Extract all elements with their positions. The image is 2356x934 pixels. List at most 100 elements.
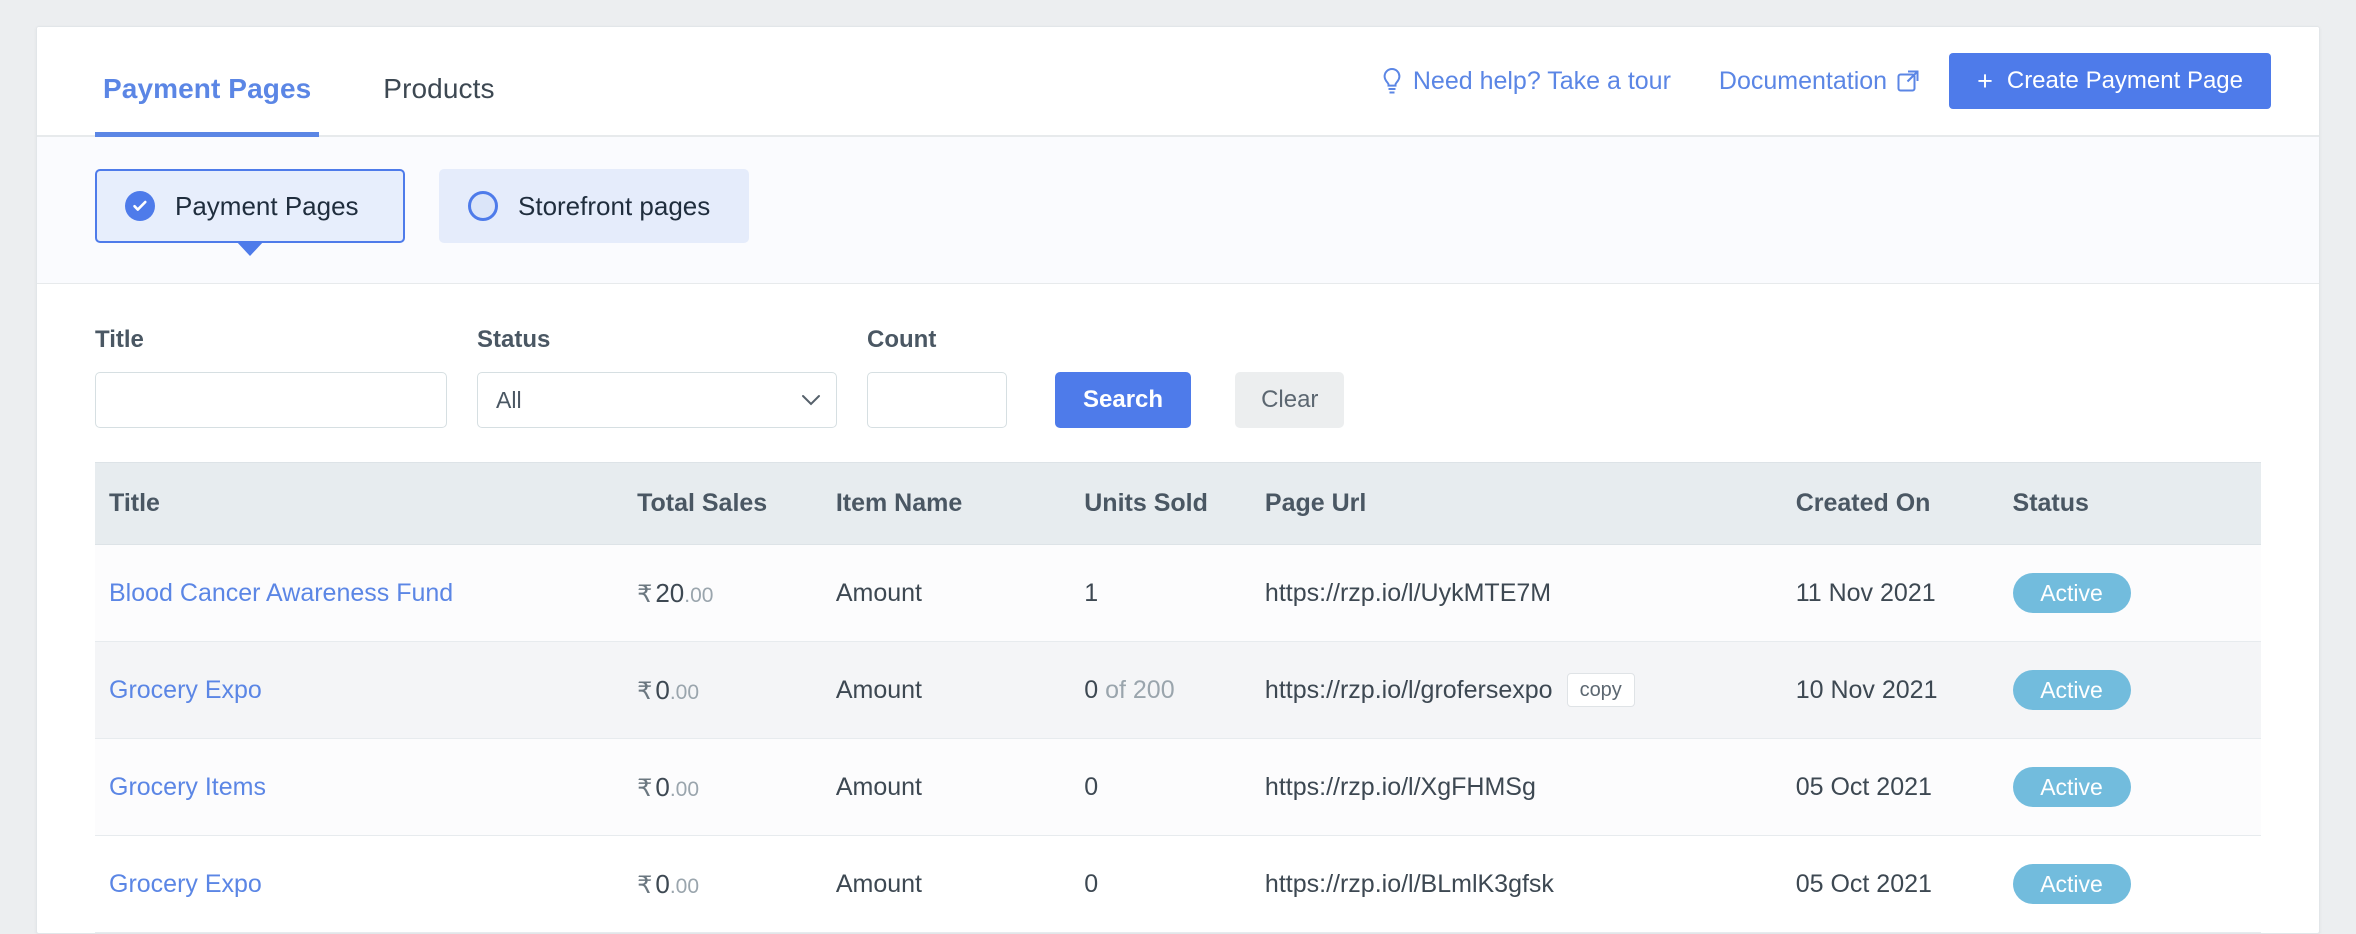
choice-storefront-pages-label: Storefront pages: [518, 190, 711, 221]
tab-payment-pages-label: Payment Pages: [103, 73, 312, 104]
page-type-selector: Payment Pages Storefront pages: [37, 137, 2319, 284]
table-row[interactable]: Grocery Expo ₹0.00 Amount 0 https://rzp.…: [95, 835, 2261, 933]
cell-item-name: Amount: [835, 641, 1085, 739]
count-input[interactable]: [867, 372, 1007, 428]
external-link-icon: [1897, 70, 1919, 92]
cell-page-url: https://rzp.io/l/UykMTE7M: [1264, 544, 1796, 642]
cell-units-sold: 1: [1084, 544, 1265, 642]
cell-page-url: https://rzp.io/l/grofersexpo copy: [1264, 641, 1796, 739]
column-created-on: Created On: [1795, 462, 2013, 545]
rupee-icon: ₹: [637, 871, 653, 899]
status-badge: Active: [2012, 864, 2131, 904]
cell-created-on: 10 Nov 2021: [1795, 641, 2013, 739]
filter-title-label: Title: [95, 326, 144, 353]
filter-count-label: Count: [867, 326, 937, 353]
amount-minor: .00: [669, 777, 700, 801]
cell-units-sold: 0: [1084, 738, 1265, 836]
rupee-icon: ₹: [637, 774, 653, 802]
choice-payment-pages-label: Payment Pages: [175, 190, 359, 221]
cell-title: Grocery Expo: [95, 835, 638, 933]
column-item-name: Item Name: [835, 462, 1085, 545]
rupee-icon: ₹: [637, 580, 653, 608]
cell-item-name: Amount: [835, 738, 1085, 836]
copy-url-button[interactable]: copy: [1566, 673, 1635, 707]
create-payment-page-button[interactable]: + Create Payment Page: [1949, 53, 2271, 109]
page-url-text: https://rzp.io/l/BLmlK3gfsk: [1264, 869, 1554, 898]
create-payment-page-label: Create Payment Page: [2006, 67, 2243, 94]
title-input[interactable]: [95, 372, 447, 428]
column-units-sold: Units Sold: [1084, 462, 1265, 545]
top-bar-actions: Need help? Take a tour Documentation + C…: [1381, 27, 2271, 135]
cell-title: Grocery Expo: [95, 641, 638, 739]
column-title: Title: [95, 462, 638, 545]
table-row[interactable]: Blood Cancer Awareness Fund ₹20.00 Amoun…: [95, 544, 2261, 642]
table-row[interactable]: Grocery Expo ₹0.00 Amount 0 of 200 https…: [95, 641, 2261, 739]
amount-major: 0: [655, 674, 670, 705]
units-suffix: of 200: [1098, 675, 1175, 704]
clear-button[interactable]: Clear: [1235, 372, 1345, 428]
amount-minor: .00: [684, 583, 714, 607]
status-select[interactable]: All: [477, 372, 837, 428]
cell-status: Active: [2012, 641, 2261, 739]
filter-count: Count: [867, 326, 1007, 428]
cell-total-sales: ₹20.00: [637, 544, 836, 642]
cell-item-name: Amount: [835, 835, 1085, 933]
need-help-link[interactable]: Need help? Take a tour: [1381, 67, 1671, 96]
units-value: 0: [1084, 772, 1099, 801]
cell-page-url: https://rzp.io/l/XgFHMSg: [1264, 738, 1796, 836]
payment-pages-table-wrap: Title Total Sales Item Name Units Sold P…: [37, 462, 2319, 933]
cell-created-on: 05 Oct 2021: [1795, 738, 2013, 836]
cell-created-on: 05 Oct 2021: [1795, 835, 2013, 933]
page-url-text: https://rzp.io/l/grofersexpo: [1264, 675, 1553, 704]
check-circle-icon: [125, 191, 155, 221]
amount-major: 20: [655, 577, 685, 608]
status-badge: Active: [2012, 767, 2131, 807]
top-bar: Payment Pages Products Need help? Take a…: [37, 27, 2319, 137]
table-header-row: Title Total Sales Item Name Units Sold P…: [95, 462, 2261, 545]
cell-total-sales: ₹0.00: [637, 738, 836, 836]
column-status: Status: [2012, 462, 2261, 545]
cell-units-sold: 0: [1084, 835, 1265, 933]
cell-item-name: Amount: [835, 544, 1085, 642]
filter-status-label: Status: [477, 326, 551, 353]
tab-products[interactable]: Products: [375, 27, 502, 135]
column-total-sales: Total Sales: [637, 462, 836, 545]
amount-major: 0: [655, 868, 670, 899]
column-page-url: Page Url: [1264, 462, 1796, 545]
page-title-link[interactable]: Grocery Items: [109, 773, 266, 801]
cell-status: Active: [2012, 544, 2261, 642]
cell-page-url: https://rzp.io/l/BLmlK3gfsk: [1264, 835, 1796, 933]
table-row[interactable]: Grocery Items ₹0.00 Amount 0 https://rzp…: [95, 738, 2261, 836]
page-title-link[interactable]: Grocery Expo: [109, 676, 262, 704]
choice-payment-pages[interactable]: Payment Pages: [95, 169, 405, 256]
units-value: 0: [1084, 675, 1099, 704]
search-button[interactable]: Search: [1055, 372, 1192, 428]
status-badge: Active: [2012, 670, 2131, 710]
radio-unchecked-icon: [468, 191, 498, 221]
table-header: Title Total Sales Item Name Units Sold P…: [95, 462, 2261, 545]
amount-major: 0: [655, 771, 670, 802]
need-help-label: Need help? Take a tour: [1412, 66, 1671, 95]
cell-units-sold: 0 of 200: [1084, 641, 1265, 739]
cell-title: Blood Cancer Awareness Fund: [95, 544, 638, 642]
cell-status: Active: [2012, 738, 2261, 836]
lightbulb-icon: [1381, 67, 1403, 95]
plus-icon: +: [1977, 65, 1993, 96]
cell-title: Grocery Items: [95, 738, 638, 836]
page-url-text: https://rzp.io/l/XgFHMSg: [1264, 772, 1536, 801]
payment-pages-card: Payment Pages Products Need help? Take a…: [36, 26, 2320, 934]
tab-payment-pages[interactable]: Payment Pages: [95, 27, 320, 137]
tab-list: Payment Pages Products: [95, 27, 503, 137]
documentation-link[interactable]: Documentation: [1719, 67, 1919, 96]
choice-storefront-pages[interactable]: Storefront pages: [439, 169, 749, 243]
cell-created-on: 11 Nov 2021: [1795, 544, 2013, 642]
page-url-text: https://rzp.io/l/UykMTE7M: [1264, 578, 1552, 607]
page-title-link[interactable]: Blood Cancer Awareness Fund: [109, 579, 453, 607]
status-select-wrap: All: [477, 372, 837, 428]
cell-status: Active: [2012, 835, 2261, 933]
tab-products-label: Products: [383, 73, 495, 104]
page-title-link[interactable]: Grocery Expo: [109, 870, 262, 898]
filter-status: Status All: [477, 326, 837, 428]
amount-minor: .00: [669, 680, 700, 704]
cell-total-sales: ₹0.00: [637, 641, 836, 739]
